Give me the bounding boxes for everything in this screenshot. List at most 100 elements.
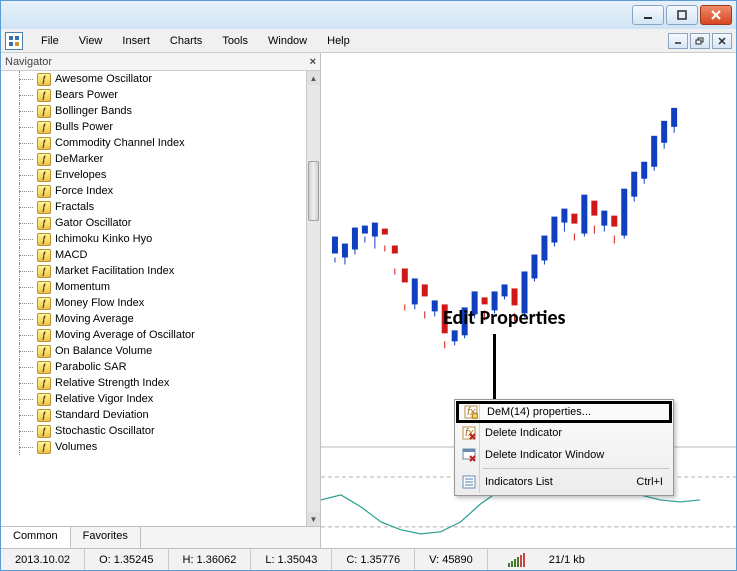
child-restore-button[interactable]	[690, 33, 710, 49]
tree-item[interactable]: f Standard Deviation	[1, 407, 306, 423]
menu-view[interactable]: View	[69, 32, 113, 50]
annotation-connector	[493, 334, 496, 402]
navigator-title: Navigator	[5, 56, 52, 68]
tree-item-label: Moving Average of Oscillator	[55, 329, 195, 341]
close-button[interactable]	[700, 5, 732, 25]
tree-item-label: Relative Vigor Index	[55, 393, 153, 405]
context-item-label: Delete Indicator Window	[485, 449, 604, 461]
tree-item[interactable]: f Ichimoku Kinko Hyo	[1, 231, 306, 247]
tree-item[interactable]: fBulls Power	[1, 119, 306, 135]
connection-bars-icon	[498, 553, 535, 567]
tree-item[interactable]: f DeMarker	[1, 151, 306, 167]
child-minimize-button[interactable]	[668, 33, 688, 49]
navigator-header: Navigator ×	[1, 53, 320, 71]
tree-item[interactable]: fAwesome Oscillator	[1, 71, 306, 87]
indicator-icon: f	[37, 313, 51, 326]
indicator-icon: f	[37, 409, 51, 422]
tree-item[interactable]: fVolumes	[1, 439, 306, 455]
context-delete-indicator[interactable]: fx Delete Indicator	[457, 422, 671, 444]
menu-file[interactable]: File	[31, 32, 69, 50]
menu-window[interactable]: Window	[258, 32, 317, 50]
titlebar	[1, 1, 736, 29]
tree-item-label: Gator Oscillator	[55, 217, 131, 229]
indicator-icon: f	[37, 377, 51, 390]
tree-item[interactable]: fFractals	[1, 199, 306, 215]
status-transfer: 21/1 kb	[535, 549, 599, 570]
tree-item[interactable]: fBollinger Bands	[1, 103, 306, 119]
indicator-icon: f	[37, 217, 51, 230]
tree-item-label: Money Flow Index	[55, 297, 144, 309]
menu-insert[interactable]: Insert	[112, 32, 160, 50]
tree-item[interactable]: fOn Balance Volume	[1, 343, 306, 359]
tree-item-label: Bears Power	[55, 89, 118, 101]
tree-item-label: Relative Strength Index	[55, 377, 169, 389]
maximize-button[interactable]	[666, 5, 698, 25]
indicator-icon: f	[37, 393, 51, 406]
tree-item-label: On Balance Volume	[55, 345, 152, 357]
indicator-icon: f	[37, 249, 51, 262]
context-menu: fx DeM(14) properties... fx Delete Indicato…	[454, 399, 674, 496]
list-icon	[461, 474, 477, 490]
fx-delete-icon: fx	[461, 425, 477, 441]
indicator-icon: f	[37, 153, 51, 166]
context-item-label: DeM(14) properties...	[487, 406, 591, 418]
indicator-icon: f	[37, 297, 51, 310]
indicator-icon: f	[37, 329, 51, 342]
app-icon	[5, 32, 23, 50]
scroll-down-icon[interactable]: ▼	[307, 512, 320, 526]
status-date: 2013.10.02	[1, 549, 85, 570]
indicator-icon: f	[37, 201, 51, 214]
context-delete-indicator-window[interactable]: Delete Indicator Window	[457, 444, 671, 466]
tab-favorites[interactable]: Favorites	[71, 527, 141, 548]
tab-common[interactable]: Common	[1, 527, 71, 548]
tree-item[interactable]: f MACD	[1, 247, 306, 263]
navigator-scrollbar[interactable]: ▲ ▼	[306, 71, 320, 526]
fx-delwin-icon	[461, 447, 477, 463]
tree-item-label: Bollinger Bands	[55, 105, 132, 117]
tree-item[interactable]: fStochastic Oscillator	[1, 423, 306, 439]
tree-item[interactable]: f Relative Strength Index	[1, 375, 306, 391]
tree-item-label: Volumes	[55, 441, 97, 453]
menu-help[interactable]: Help	[317, 32, 360, 50]
tree-item[interactable]: f Money Flow Index	[1, 295, 306, 311]
scroll-thumb[interactable]	[308, 161, 319, 221]
tree-item-label: DeMarker	[55, 153, 103, 165]
tree-item-label: Force Index	[55, 185, 113, 197]
indicator-icon: f	[37, 233, 51, 246]
tree-item[interactable]: f Moving Average of Oscillator	[1, 327, 306, 343]
tree-item[interactable]: fForce Index	[1, 183, 306, 199]
tree-item-label: Standard Deviation	[55, 409, 149, 421]
minimize-button[interactable]	[632, 5, 664, 25]
status-close: C: 1.35776	[332, 549, 415, 570]
tree-item-label: Commodity Channel Index	[55, 137, 185, 149]
tree-item[interactable]: fMomentum	[1, 279, 306, 295]
status-low: L: 1.35043	[251, 549, 332, 570]
indicator-icon: f	[37, 425, 51, 438]
scroll-up-icon[interactable]: ▲	[307, 71, 320, 85]
tree-item[interactable]: f Gator Oscillator	[1, 215, 306, 231]
tree-item[interactable]: fMarket Facilitation Index	[1, 263, 306, 279]
navigator-tree: fAwesome OscillatorfBears PowerfBollinge…	[1, 71, 320, 526]
indicator-icon: f	[37, 265, 51, 278]
tree-item-label: Ichimoku Kinko Hyo	[55, 233, 152, 245]
child-close-button[interactable]	[712, 33, 732, 49]
menubar: FileViewInsertChartsToolsWindowHelp	[1, 29, 736, 53]
indicator-icon: f	[37, 281, 51, 294]
tree-item[interactable]: f Moving Average	[1, 311, 306, 327]
context-dem-14-properties-[interactable]: fx DeM(14) properties...	[456, 401, 672, 423]
context-item-label: Delete Indicator	[485, 427, 562, 439]
tree-item[interactable]: fCommodity Channel Index	[1, 135, 306, 151]
menu-tools[interactable]: Tools	[212, 32, 258, 50]
tree-item-label: Moving Average	[55, 313, 134, 325]
context-indicators-list[interactable]: Indicators List Ctrl+I	[457, 471, 671, 493]
context-item-label: Indicators List	[485, 476, 553, 488]
fx-props-icon: fx	[463, 404, 479, 420]
status-high: H: 1.36062	[169, 549, 252, 570]
menu-charts[interactable]: Charts	[160, 32, 212, 50]
tree-item[interactable]: fParabolic SAR	[1, 359, 306, 375]
tree-item[interactable]: f Relative Vigor Index	[1, 391, 306, 407]
tree-item[interactable]: fBears Power	[1, 87, 306, 103]
navigator-close-icon[interactable]: ×	[310, 56, 316, 68]
tree-item-label: MACD	[55, 249, 87, 261]
tree-item[interactable]: fEnvelopes	[1, 167, 306, 183]
